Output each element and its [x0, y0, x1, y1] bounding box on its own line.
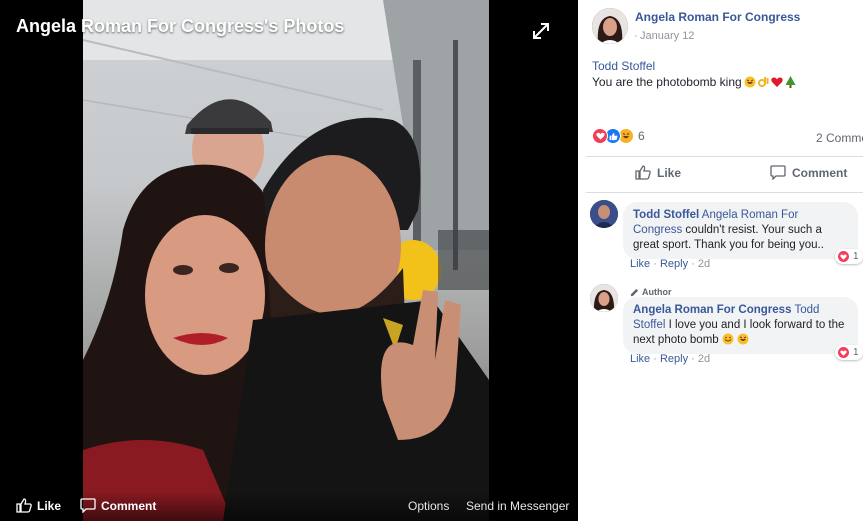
comment-author-link[interactable]: Todd Stoffel: [633, 209, 699, 221]
comment-actions: Like · Reply · 2d: [630, 353, 710, 365]
comments-count-link[interactable]: 2 Comments: [816, 131, 863, 145]
evergreen-tree-icon: [785, 76, 796, 88]
love-reaction-icon: [837, 346, 850, 359]
comment-time[interactable]: 2d: [698, 353, 710, 365]
page-avatar[interactable]: [592, 8, 628, 44]
comment-bubble-icon: [80, 498, 96, 513]
photo-illustration: [83, 0, 489, 521]
page-avatar-image: [592, 8, 628, 44]
photos-title: Angela Roman For Congress's Photos: [16, 16, 345, 36]
comment-like-link[interactable]: Like: [630, 353, 650, 365]
post-tagged-name[interactable]: Todd Stoffel: [592, 59, 655, 73]
red-heart-icon: [771, 77, 783, 87]
post-like-label: Like: [657, 165, 682, 180]
meta-separator: ·: [653, 353, 660, 365]
reactions-summary[interactable]: 6: [592, 128, 645, 144]
comment-bubble-icon: [770, 165, 786, 180]
comment-bubble: Todd Stoffel Angela Roman For Congress c…: [623, 202, 858, 259]
post-panel: Angela Roman For Congress · January 12 T…: [578, 0, 863, 521]
post-like-button[interactable]: Like: [635, 165, 681, 180]
divider: [586, 192, 863, 193]
comment-bubble: Angela Roman For Congress Todd Stoffel I…: [623, 297, 858, 354]
meta-separator: ·: [691, 258, 698, 270]
post-date[interactable]: January 12: [640, 30, 694, 42]
viewer-like-label: Like: [37, 498, 62, 513]
thumbs-up-icon: [635, 165, 651, 180]
comment-time[interactable]: 2d: [698, 258, 710, 270]
expand-icon[interactable]: [530, 20, 552, 42]
post-comment-label: Comment: [792, 165, 848, 180]
photo[interactable]: [83, 0, 489, 521]
divider: [586, 156, 863, 157]
comment-reaction-badge[interactable]: 1: [835, 249, 863, 264]
photo-viewer: Angela Roman For Congress's Photos Like …: [0, 0, 578, 521]
thumbs-up-icon: [16, 498, 32, 513]
date-separator: ·: [634, 30, 638, 42]
viewer-comment-label: Comment: [101, 498, 157, 513]
author-label-text: Author: [642, 287, 672, 297]
post-text-content: You are the photobomb king: [592, 75, 742, 89]
laughing-face-icon: [737, 333, 749, 345]
commenter-avatar-image: [590, 200, 618, 228]
page: Angela Roman For Congress's Photos Like …: [0, 0, 863, 521]
meta-separator: ·: [653, 258, 660, 270]
smiling-face-icon: [722, 333, 734, 345]
comment-like-link[interactable]: Like: [630, 258, 650, 270]
meta-separator: ·: [691, 353, 698, 365]
viewer-like-button[interactable]: Like: [16, 498, 61, 513]
comment-reaction-count: 1: [853, 251, 859, 262]
love-reaction-icon: [592, 128, 608, 144]
author-avatar[interactable]: [590, 284, 618, 312]
reaction-count: 6: [638, 129, 645, 143]
send-in-messenger-button[interactable]: Send in Messenger: [466, 499, 569, 513]
comment-reaction-badge[interactable]: 1: [835, 345, 863, 360]
comment-author-link[interactable]: Angela Roman For Congress: [633, 304, 791, 316]
viewer-options-button[interactable]: Options: [408, 499, 449, 513]
author-avatar-image: [590, 284, 618, 312]
love-reaction-icon: [837, 250, 850, 263]
comment-reply-link[interactable]: Reply: [660, 353, 688, 365]
post-comment-button[interactable]: Comment: [770, 165, 847, 180]
pencil-icon: [630, 288, 639, 296]
comment-reply-link[interactable]: Reply: [660, 258, 688, 270]
post-text: You are the photobomb king: [592, 75, 796, 89]
post-author-link[interactable]: Angela Roman For Congress: [635, 10, 800, 24]
ok-hand-icon: [757, 77, 769, 87]
comment-reaction-count: 1: [853, 347, 859, 358]
comment-actions: Like · Reply · 2d: [630, 258, 710, 270]
laughing-face-icon: [744, 76, 756, 88]
author-label: Author: [630, 287, 672, 297]
viewer-comment-button[interactable]: Comment: [80, 498, 156, 513]
commenter-avatar[interactable]: [590, 200, 618, 228]
